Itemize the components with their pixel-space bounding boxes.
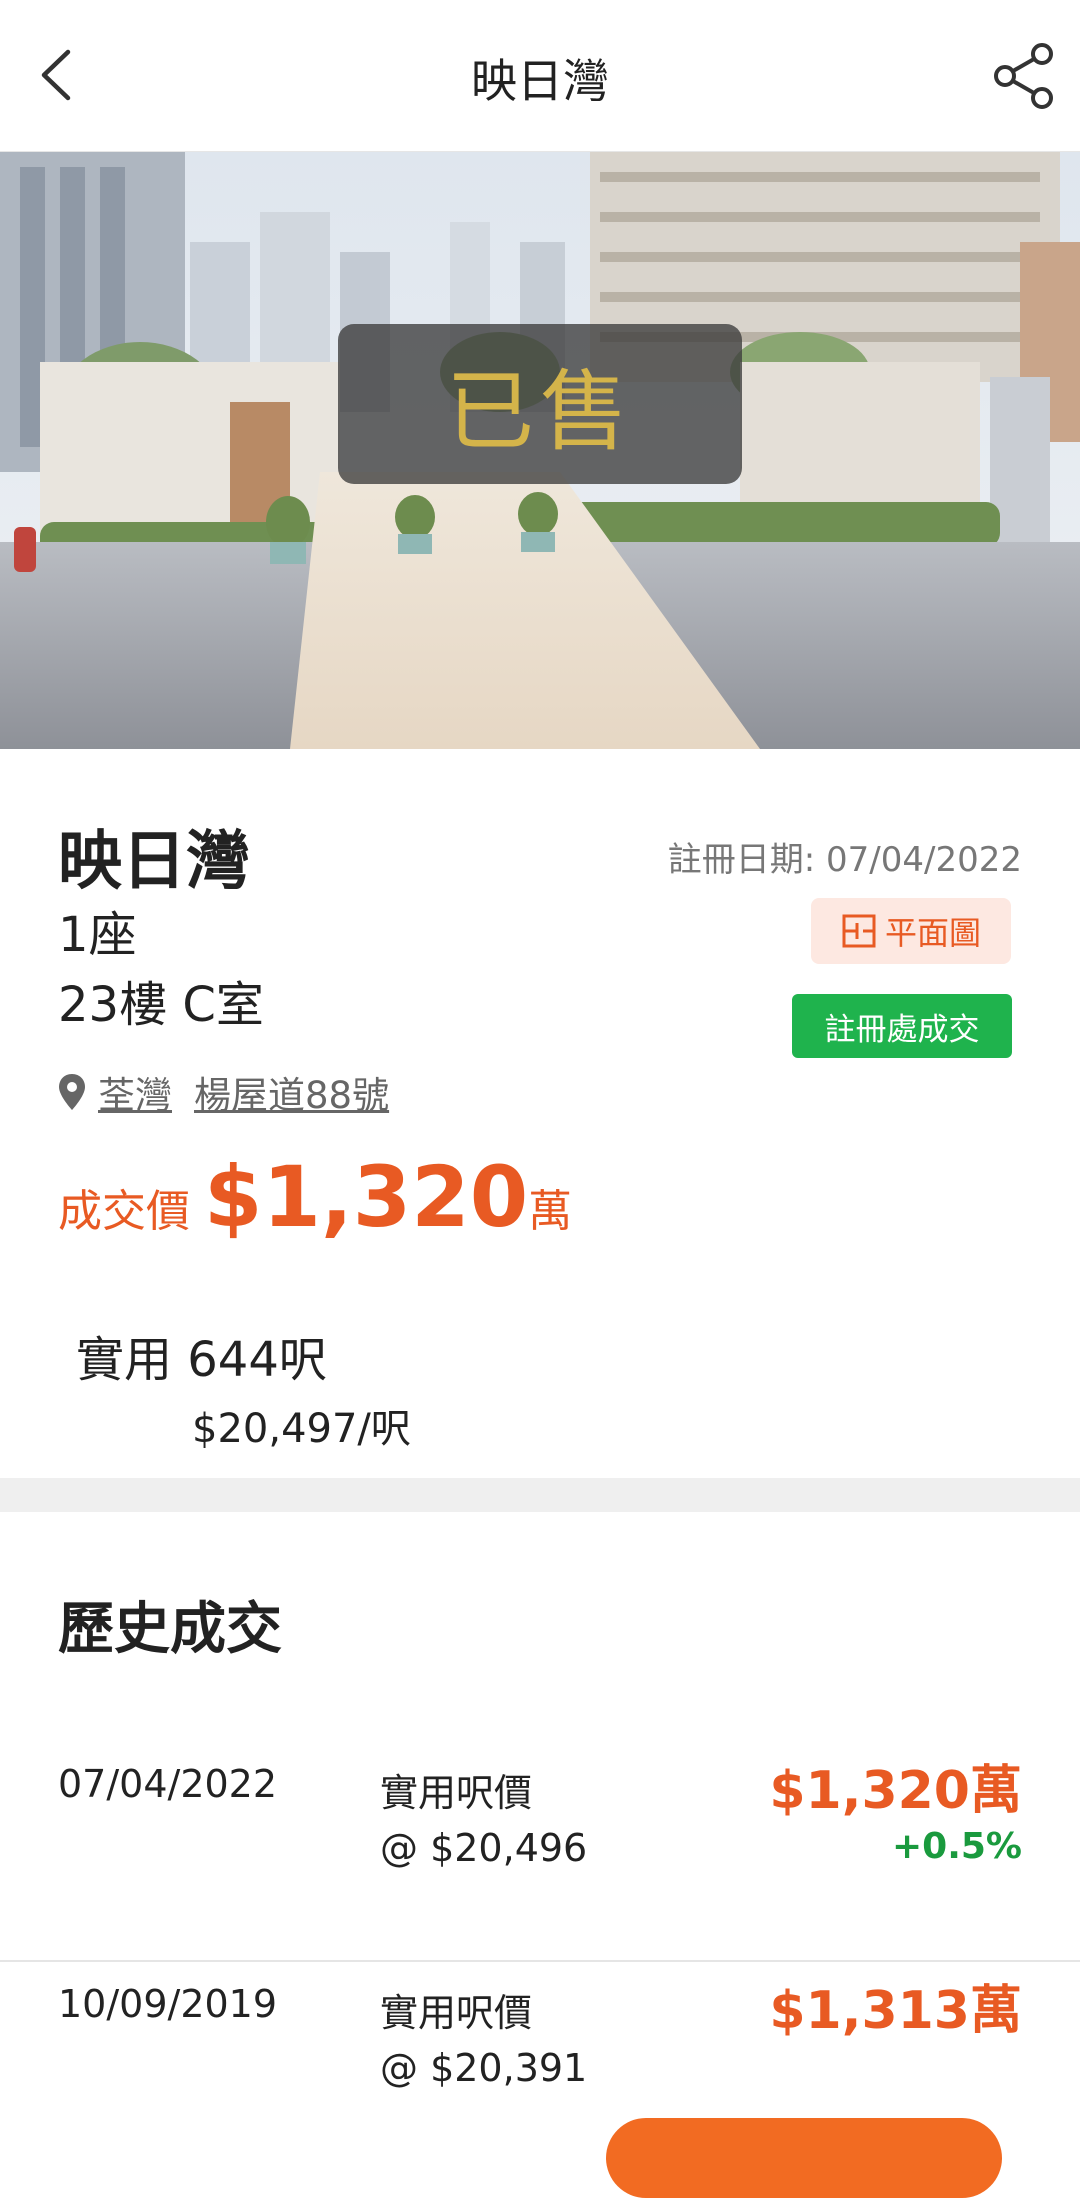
history-date: 07/04/2022	[58, 1762, 278, 1806]
history-date: 10/09/2019	[58, 1982, 278, 2026]
address: 荃灣 楊屋道88號	[58, 1065, 399, 1119]
unit-label: 23樓 C室	[58, 977, 264, 1033]
history-psf-label: 實用呎價	[380, 1771, 533, 1815]
history-psf-value: @ $20,496	[380, 1826, 588, 1870]
history-change: +0.5%	[891, 1826, 1022, 1867]
history-price: $1,320萬	[769, 1761, 1022, 1821]
transaction-history: 歷史成交 07/04/2022 實用呎價 @ $20,496 $1,320萬 +…	[0, 1512, 1080, 2134]
property-photo[interactable]: 已售	[0, 152, 1080, 749]
floorplan-button-label: 平面圖	[884, 914, 981, 952]
sold-badge: 已售	[338, 324, 742, 484]
history-psf-value: @ $20,391	[380, 2046, 588, 2090]
price-label: 成交價	[58, 1186, 190, 1237]
history-price: $1,313萬	[769, 1981, 1022, 2041]
price-value: $1,320	[204, 1148, 529, 1246]
estate-name: 映日灣	[58, 825, 250, 899]
share-button[interactable]	[990, 40, 1060, 110]
district-link[interactable]: 荃灣	[98, 1065, 172, 1119]
land-registry-button[interactable]: 註冊處成交	[792, 994, 1012, 1058]
floating-action-button[interactable]	[606, 2118, 1002, 2198]
page-title: 映日灣	[471, 54, 609, 108]
history-title: 歷史成交	[58, 1597, 282, 1662]
transaction-price: 成交價 $1,320 萬	[58, 1148, 572, 1246]
location-pin-icon	[59, 1074, 85, 1110]
street-link[interactable]: 楊屋道88號	[194, 1065, 389, 1119]
transaction-info-card: 映日灣 1座 23樓 C室 註冊日期: 07/04/2022 平面圖 註冊處成交…	[0, 750, 1080, 1478]
section-divider	[0, 1478, 1080, 1512]
saleable-area: 實用 644呎	[76, 1332, 327, 1388]
floorplan-button[interactable]: 平面圖	[811, 898, 1011, 964]
block-label: 1座	[58, 907, 137, 963]
floorplan-icon	[842, 914, 876, 948]
share-icon	[994, 43, 1053, 109]
history-row[interactable]: 07/04/2022 實用呎價 @ $20,496 $1,320萬 +0.5%	[0, 1742, 1080, 1962]
price-unit: 萬	[528, 1186, 573, 1237]
app-header: 映日灣	[0, 0, 1080, 152]
registration-date: 註冊日期: 07/04/2022	[667, 840, 1022, 880]
price-per-sqft: $20,497/呎	[192, 1406, 411, 1452]
history-psf-label: 實用呎價	[380, 1991, 533, 2035]
